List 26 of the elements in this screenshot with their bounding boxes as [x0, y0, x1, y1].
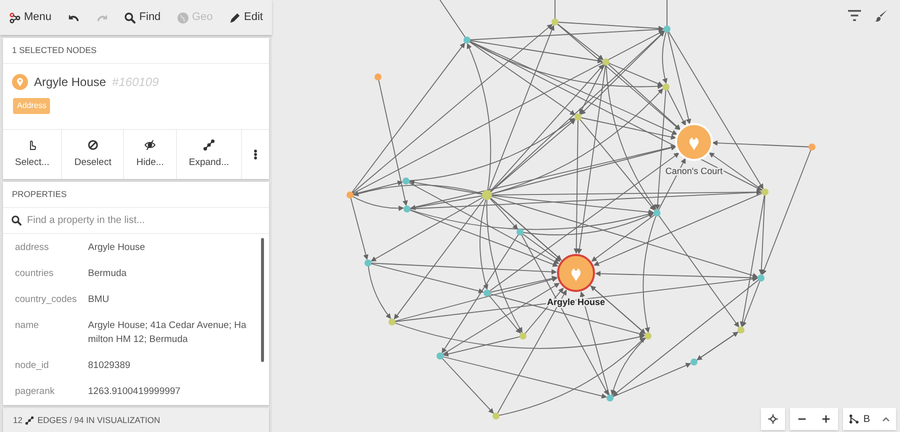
property-key: pagerank: [15, 385, 88, 400]
property-value: 1263.9100419999997: [88, 385, 180, 400]
edge-summary: EDGES / 94 IN VISUALIZATION: [37, 414, 160, 426]
toolbar-button[interactable]: Find: [121, 7, 164, 28]
edge-count: 12: [13, 414, 22, 426]
property-key: country_codes: [15, 293, 88, 308]
property-value: BMU: [88, 293, 110, 307]
property-value: Argyle House: [88, 240, 146, 254]
toolbar-button[interactable]: Menu: [6, 7, 55, 28]
property-key: name: [15, 319, 88, 347]
action-button[interactable]: Hide...: [124, 130, 177, 179]
property-value: Argyle House; 41a Cedar Avenue; Ha milton HM 12; Bermuda: [88, 319, 248, 347]
section-header: PROPERTIES: [3, 182, 269, 208]
property-value: 81029389: [88, 358, 130, 373]
action-button[interactable]: Select...: [3, 130, 62, 179]
property-value: Bermuda: [88, 266, 127, 281]
action-button[interactable]: Deselect: [62, 130, 124, 179]
action-button[interactable]: Expand...: [176, 130, 242, 179]
layout-button[interactable]: B: [843, 408, 896, 430]
property-key: address: [15, 240, 88, 255]
category-tag: Address: [13, 98, 50, 114]
node-name: Argyle House: [34, 74, 106, 91]
toolbar-button[interactable]: Edit: [226, 7, 266, 28]
section-header: 1 SELECTED NODES: [3, 38, 269, 64]
property-key: countries: [15, 266, 88, 281]
property-key: node_id: [15, 358, 88, 374]
